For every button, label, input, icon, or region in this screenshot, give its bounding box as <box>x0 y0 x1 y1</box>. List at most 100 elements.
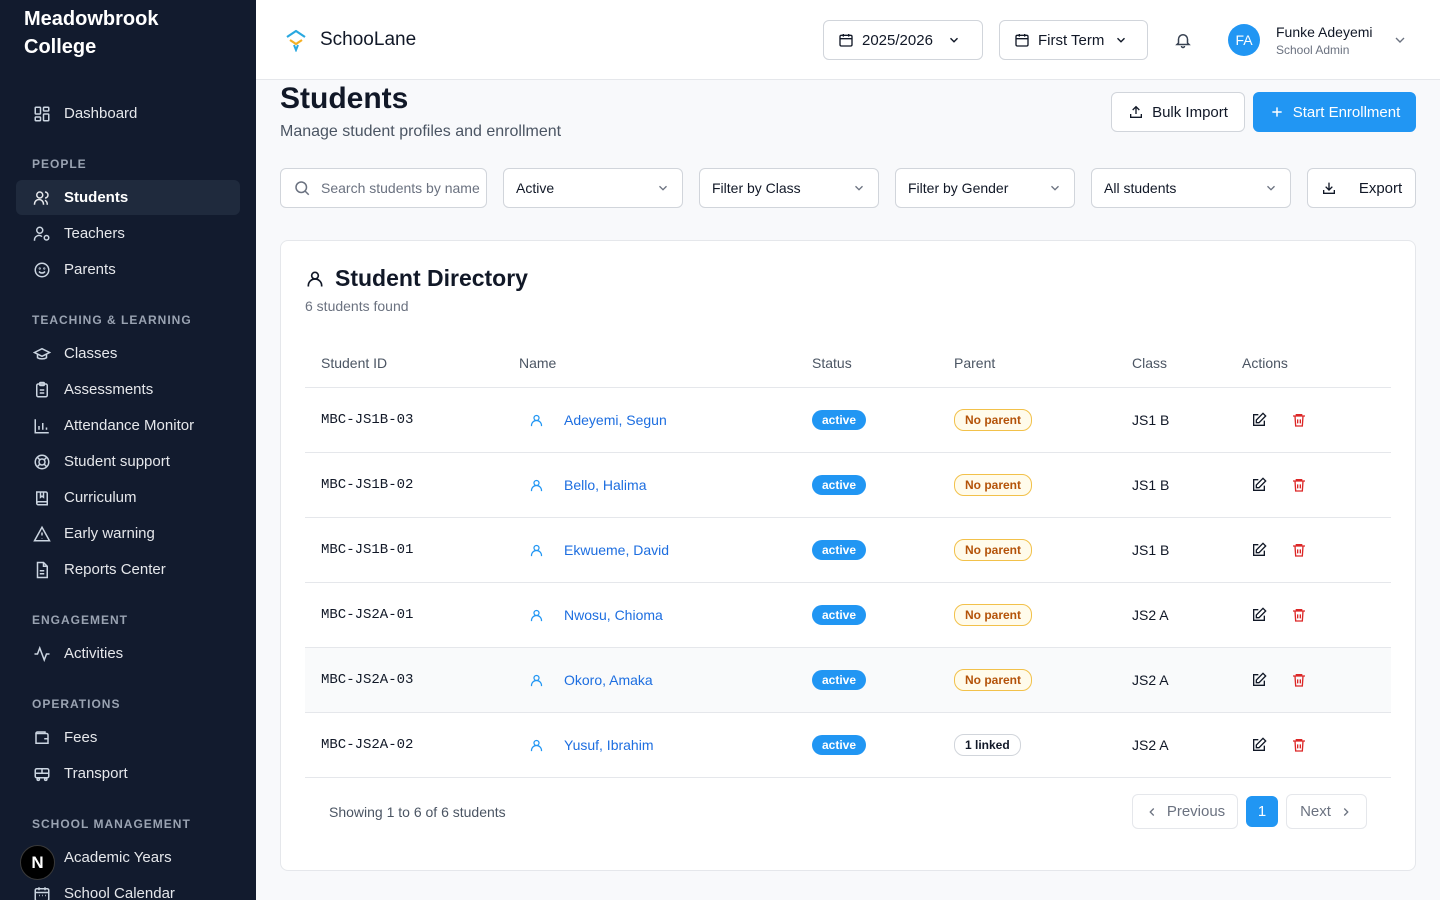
status-filter-value: Active <box>516 180 555 196</box>
bulk-import-label: Bulk Import <box>1152 103 1228 121</box>
sidebar-item-attendance[interactable]: Attendance Monitor <box>16 408 240 443</box>
column-header-status[interactable]: Status <box>812 355 852 371</box>
delete-icon[interactable] <box>1291 583 1307 647</box>
delete-icon[interactable] <box>1291 388 1307 452</box>
status-cell: active <box>812 713 867 777</box>
scope-filter-select[interactable]: All students <box>1091 168 1291 208</box>
sidebar-item-support[interactable]: Student support <box>16 444 240 479</box>
file-text-icon <box>32 560 52 580</box>
status-badge: active <box>812 475 867 495</box>
student-id: MBC-JS2A-03 <box>321 672 414 688</box>
chevron-down-icon <box>656 181 670 195</box>
sidebar-item-parents[interactable]: Parents <box>16 252 240 287</box>
student-name-link[interactable]: Bello, Halima <box>529 453 646 517</box>
scope-filter-value: All students <box>1104 180 1177 196</box>
academic-year-select[interactable]: 2025/2026 <box>823 20 983 60</box>
class-cell: JS1 B <box>1132 477 1170 493</box>
sidebar-item-label: Early warning <box>64 525 155 542</box>
avatar[interactable]: FA <box>1228 24 1260 56</box>
student-name: Adeyemi, Segun <box>564 412 667 428</box>
class-cell: JS2 A <box>1132 737 1169 753</box>
table-row: MBC-JS1B-03 Adeyemi, Segun active No par… <box>305 387 1391 452</box>
previous-page-button[interactable]: Previous <box>1132 794 1238 829</box>
sidebar-item-calendar[interactable]: School Calendar <box>16 876 240 900</box>
edit-icon[interactable] <box>1251 518 1267 582</box>
edit-icon[interactable] <box>1251 583 1267 647</box>
directory-title: Student Directory <box>335 265 528 291</box>
sidebar-item-label: Transport <box>64 765 128 782</box>
edit-icon[interactable] <box>1251 648 1267 712</box>
sidebar-item-teachers[interactable]: Teachers <box>16 216 240 251</box>
status-cell: active <box>812 453 867 517</box>
sidebar-item-label: Assessments <box>64 381 154 398</box>
sidebar-item-label: Attendance Monitor <box>64 417 195 434</box>
chevron-down-icon <box>1264 181 1278 195</box>
edit-icon[interactable] <box>1251 713 1267 777</box>
parent-badge: 1 linked <box>954 734 1021 756</box>
student-name-link[interactable]: Nwosu, Chioma <box>529 583 663 647</box>
school-name: Meadowbrook College <box>24 8 159 58</box>
student-name-link[interactable]: Yusuf, Ibrahim <box>529 713 654 777</box>
student-name: Okoro, Amaka <box>564 672 653 688</box>
sidebar-item-reports[interactable]: Reports Center <box>16 552 240 587</box>
sidebar-item-activities[interactable]: Activities <box>16 636 240 671</box>
next-page-button[interactable]: Next <box>1286 794 1367 829</box>
sidebar-item-dashboard[interactable]: Dashboard <box>16 96 240 131</box>
export-button[interactable]: Export <box>1307 168 1416 208</box>
status-filter-select[interactable]: Active <box>503 168 683 208</box>
delete-icon[interactable] <box>1291 648 1307 712</box>
column-header-name[interactable]: Name <box>519 355 556 371</box>
edit-icon[interactable] <box>1251 388 1267 452</box>
table-row: MBC-JS1B-01 Ekwueme, David active No par… <box>305 517 1391 582</box>
class-cell: JS2 A <box>1132 672 1169 688</box>
search-field[interactable] <box>280 168 487 208</box>
term-select[interactable]: First Term <box>999 20 1148 60</box>
column-header-class[interactable]: Class <box>1132 355 1167 371</box>
status-badge: active <box>812 735 867 755</box>
chevron-down-icon <box>947 33 961 47</box>
parent-cell: 1 linked <box>954 713 1021 777</box>
table-row: MBC-JS1B-02 Bello, Halima active No pare… <box>305 452 1391 517</box>
status-badge: active <box>812 670 867 690</box>
class-filter-select[interactable]: Filter by Class <box>699 168 879 208</box>
column-header-parent[interactable]: Parent <box>954 355 995 371</box>
framework-badge[interactable]: N <box>20 845 55 880</box>
term-value: First Term <box>1038 31 1105 49</box>
chevron-down-icon[interactable] <box>1392 32 1408 48</box>
table-row: MBC-JS2A-03 Okoro, Amaka active No paren… <box>305 647 1391 712</box>
student-name-link[interactable]: Adeyemi, Segun <box>529 388 667 452</box>
sidebar-item-assessments[interactable]: Assessments <box>16 372 240 407</box>
sidebar-item-classes[interactable]: Classes <box>16 336 240 371</box>
warning-icon <box>32 524 52 544</box>
delete-icon[interactable] <box>1291 518 1307 582</box>
card-title: Student Directory <box>305 265 528 292</box>
page-subtitle: Manage student profiles and enrollment <box>280 123 562 140</box>
delete-icon[interactable] <box>1291 713 1307 777</box>
bulk-import-button[interactable]: Bulk Import <box>1111 92 1245 132</box>
chevron-left-icon <box>1145 805 1159 819</box>
search-input[interactable] <box>321 180 481 196</box>
gender-filter-value: Filter by Gender <box>908 180 1009 196</box>
sidebar-item-early-warning[interactable]: Early warning <box>16 516 240 551</box>
start-enrollment-button[interactable]: Start Enrollment <box>1253 92 1416 132</box>
bell-icon[interactable] <box>1174 31 1192 49</box>
user-name[interactable]: Funke Adeyemi <box>1276 24 1373 40</box>
student-name-link[interactable]: Okoro, Amaka <box>529 648 653 712</box>
parent-cell: No parent <box>954 648 1033 712</box>
column-header-id[interactable]: Student ID <box>321 355 387 371</box>
delete-icon[interactable] <box>1291 453 1307 517</box>
edit-icon[interactable] <box>1251 453 1267 517</box>
user-icon <box>529 413 544 428</box>
chevron-down-icon <box>1048 181 1062 195</box>
sidebar-item-students[interactable]: Students <box>16 180 240 215</box>
status-badge: active <box>812 410 867 430</box>
parent-badge: No parent <box>954 474 1033 496</box>
sidebar-item-curriculum[interactable]: Curriculum <box>16 480 240 515</box>
sidebar-item-transport[interactable]: Transport <box>16 756 240 791</box>
user-icon <box>529 608 544 623</box>
page-1-button[interactable]: 1 <box>1246 796 1278 827</box>
clipboard-icon <box>32 380 52 400</box>
gender-filter-select[interactable]: Filter by Gender <box>895 168 1075 208</box>
student-name-link[interactable]: Ekwueme, David <box>529 518 669 582</box>
sidebar-item-fees[interactable]: Fees <box>16 720 240 755</box>
